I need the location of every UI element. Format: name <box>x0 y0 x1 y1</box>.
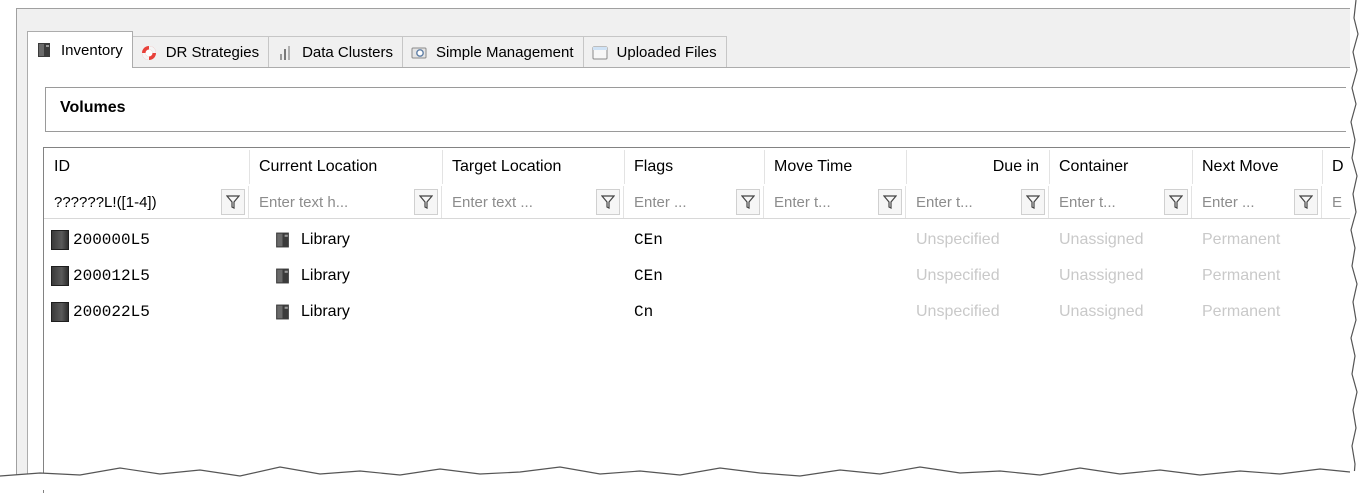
cell-next-move: Permanent <box>1202 303 1281 320</box>
cell-current-location: Library <box>274 258 350 294</box>
tab-label: Inventory <box>61 41 123 59</box>
tab-bar: Inventory DR Strategies Data Clusters Si… <box>27 31 727 68</box>
table-row[interactable]: 200022L5 Library Cn Unspecified Unassign… <box>44 294 1364 330</box>
filter-next-move[interactable]: Enter ... <box>1192 186 1322 218</box>
tape-volume-icon <box>51 266 69 286</box>
column-header-container[interactable]: Container <box>1049 148 1192 186</box>
tab-simple-management[interactable]: Simple Management <box>401 36 584 68</box>
column-header-target-location[interactable]: Target Location <box>442 148 624 186</box>
library-icon <box>276 232 289 248</box>
filter-funnel-icon[interactable] <box>1294 189 1318 215</box>
column-header-truncated[interactable]: D <box>1322 148 1362 186</box>
column-header-id[interactable]: ID <box>44 148 249 186</box>
filter-container[interactable]: Enter t... <box>1049 186 1192 218</box>
cell-container: Unassigned <box>1059 231 1144 248</box>
group-title: Volumes <box>60 99 126 116</box>
library-icon <box>276 304 289 320</box>
filter-funnel-icon[interactable] <box>221 189 245 215</box>
filter-current-location[interactable]: Enter text h... <box>249 186 442 218</box>
cell-flags: CEn <box>634 231 663 249</box>
filter-input-current-location[interactable]: Enter text h... <box>259 194 410 211</box>
cell-current-location: Library <box>274 294 350 330</box>
tape-library-icon <box>36 42 52 58</box>
filter-input-move-time[interactable]: Enter t... <box>774 194 874 211</box>
volumes-grid: ID Current Location Target Location Flag… <box>43 147 1364 493</box>
filter-input-id[interactable]: ??????L!([1-4]) <box>54 194 217 211</box>
cell-next-move: Permanent <box>1202 231 1281 248</box>
tab-label: Simple Management <box>435 44 574 61</box>
filter-input-target-location[interactable]: Enter text ... <box>452 194 592 211</box>
tab-label: Uploaded Files <box>616 44 717 61</box>
column-header-flags[interactable]: Flags <box>624 148 764 186</box>
cell-due-in: Unspecified <box>916 303 1000 320</box>
column-header-due-in[interactable]: Due in <box>906 148 1049 186</box>
filter-truncated[interactable]: E <box>1322 186 1364 218</box>
table-row[interactable]: 200000L5 Library CEn Unspecified Unassig… <box>44 222 1364 258</box>
cell-due-in: Unspecified <box>916 231 1000 248</box>
cell-id: 200000L5 <box>51 222 150 258</box>
cell-id: 200012L5 <box>51 258 150 294</box>
filter-row-divider <box>44 218 1364 219</box>
filter-flags[interactable]: Enter ... <box>624 186 764 218</box>
cell-due-in: Unspecified <box>916 267 1000 284</box>
filter-funnel-icon[interactable] <box>736 189 760 215</box>
tab-inventory[interactable]: Inventory <box>27 31 133 68</box>
filter-funnel-icon[interactable] <box>878 189 902 215</box>
filter-funnel-icon[interactable] <box>1021 189 1045 215</box>
cell-container: Unassigned <box>1059 267 1144 284</box>
tab-label: DR Strategies <box>165 44 260 61</box>
data-cluster-icon <box>277 45 293 61</box>
filter-funnel-icon[interactable] <box>414 189 438 215</box>
uploaded-files-icon <box>592 45 608 61</box>
filter-input-flags[interactable]: Enter ... <box>634 194 732 211</box>
filter-input-next-move[interactable]: Enter ... <box>1202 194 1290 211</box>
cell-current-location: Library <box>274 222 350 258</box>
table-row[interactable]: 200012L5 Library CEn Unspecified Unassig… <box>44 258 1364 294</box>
simple-management-icon <box>411 45 427 61</box>
tab-dr-strategies[interactable]: DR Strategies <box>131 36 270 68</box>
cell-id: 200022L5 <box>51 294 150 330</box>
cell-container: Unassigned <box>1059 303 1144 320</box>
filter-funnel-icon[interactable] <box>1164 189 1188 215</box>
filter-move-time[interactable]: Enter t... <box>764 186 906 218</box>
filter-target-location[interactable]: Enter text ... <box>442 186 624 218</box>
column-header-next-move[interactable]: Next Move <box>1192 148 1322 186</box>
column-header-current-location[interactable]: Current Location <box>249 148 442 186</box>
library-icon <box>276 268 289 284</box>
filter-id[interactable]: ??????L!([1-4]) <box>44 186 249 218</box>
filter-input-truncated[interactable]: E <box>1332 194 1364 211</box>
cell-flags: Cn <box>634 303 654 321</box>
cell-next-move: Permanent <box>1202 267 1281 284</box>
filter-due-in[interactable]: Enter t... <box>906 186 1049 218</box>
tape-volume-icon <box>51 230 69 250</box>
filter-input-container[interactable]: Enter t... <box>1059 194 1160 211</box>
cell-flags: CEn <box>634 267 663 285</box>
tab-label: Data Clusters <box>302 44 393 61</box>
tab-panel-inventory: Volumes ID Current Location Target Locat… <box>27 67 1364 493</box>
tab-uploaded-files[interactable]: Uploaded Files <box>582 36 727 68</box>
tab-data-clusters[interactable]: Data Clusters <box>268 36 403 68</box>
lifebuoy-icon <box>141 45 157 61</box>
volumes-group-header: Volumes <box>45 87 1346 132</box>
filter-funnel-icon[interactable] <box>596 189 620 215</box>
column-header-move-time[interactable]: Move Time <box>764 148 906 186</box>
tape-volume-icon <box>51 302 69 322</box>
filter-input-due-in[interactable]: Enter t... <box>916 194 1017 211</box>
